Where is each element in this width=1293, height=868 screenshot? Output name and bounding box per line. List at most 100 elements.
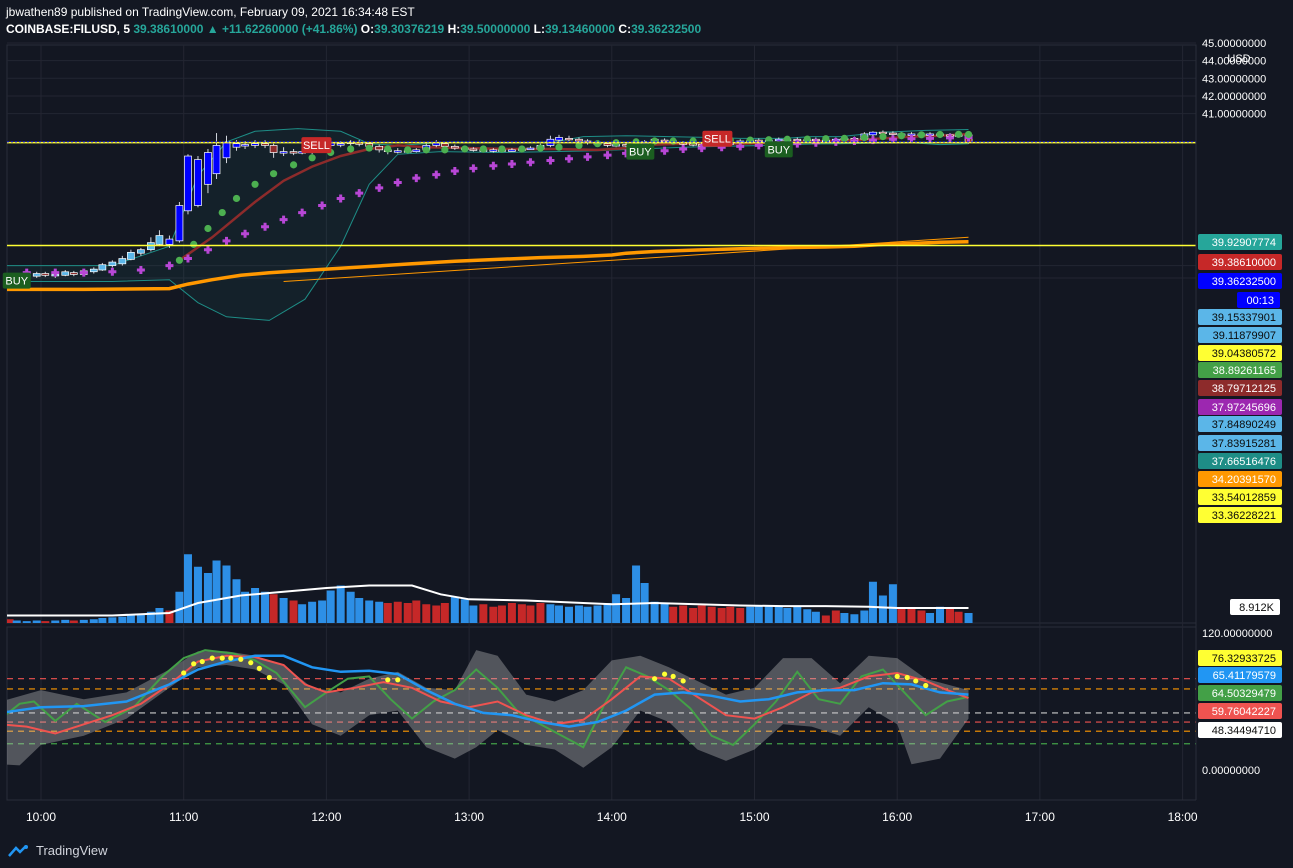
candle-body [555,137,563,141]
osc-yellow-dot [923,682,929,689]
volume-bar [546,604,555,623]
candle-body [279,151,288,154]
price-label-text: 33.54012859 [1212,492,1276,504]
osc-yellow-dot [209,655,215,661]
volume-bar [707,606,716,623]
volume-bar [878,595,887,623]
volume-bar [489,606,498,623]
osc-yellow-dot [219,655,225,661]
volume-bar [440,603,449,623]
candle-body [241,144,249,147]
volume-bar [497,605,506,623]
volume-bar [669,606,678,623]
price-label-text: 39.04380572 [1212,348,1276,360]
ema-green-dot [251,180,259,188]
candle-body [289,151,298,154]
volume-bar [98,618,107,623]
osc-yellow-dot [385,677,391,683]
volume-bar [61,619,70,623]
price-label: 39.38610000 [1198,254,1282,270]
price-label-text: 37.66516476 [1212,456,1276,468]
volume-bar [212,560,221,623]
volume-bar [774,606,783,623]
tradingview-logo-icon [8,844,28,857]
price-label: 39.92907774 [1198,234,1282,250]
volume-bar [622,598,631,623]
price-label-text: 39.92907774 [1212,237,1276,249]
price-label-text: 37.83915281 [1212,438,1276,450]
price-label: 37.97245696 [1198,399,1282,415]
volume-bar [375,601,384,623]
osc-yellow-dot [256,665,262,671]
volume-bar [383,603,392,623]
volume-bar [326,590,335,623]
axis-tick-label: 44.00000000 [1202,56,1266,68]
volume-bar [945,608,954,623]
price-label-text: 00:13 [1246,295,1274,307]
signal-buy: BUY [2,272,31,289]
volume-bar [650,601,659,623]
volume-bar [897,608,906,623]
price-label-text: 33.36228221 [1212,510,1276,522]
osc-label-text: 76.32933725 [1212,653,1276,665]
candle-body [175,205,184,242]
ema-green-dot [536,144,545,152]
osc-label: 48.34494710 [1198,722,1282,738]
volume-bar [298,604,307,623]
ema-green-dot [441,146,449,154]
candle-body [212,145,221,175]
candle-body [137,249,145,254]
candle-body [98,264,107,271]
candle-body [603,143,612,146]
volume-bar [89,619,98,623]
signal-label: SELL [303,140,330,152]
ema-green-dot [897,132,906,140]
volume-bar [412,600,421,623]
volume-bar [51,620,60,623]
volume-bar [821,615,830,623]
candle-body [774,138,783,142]
ema-green-dot [218,208,226,217]
volume-bar [0,618,5,623]
volume-bar [175,591,184,623]
price-label-text: 38.79712125 [1212,383,1276,395]
candle-body [165,238,174,245]
candle-body [127,251,135,260]
signal-label: BUY [767,144,790,156]
signal-buy: BUY [764,141,793,158]
volume-bar [583,606,592,623]
volume-bar [479,604,488,623]
price-label: 8.912K [1230,599,1280,615]
candle-body [565,138,573,141]
volume-bar [241,591,250,623]
volume-bar [660,603,669,623]
volume-bar [155,608,164,623]
volume-bar [868,581,877,623]
volume-bar [279,598,288,623]
ema-green-dot [964,130,973,139]
volume-bar [526,605,535,623]
footer-brand[interactable]: TradingView [8,843,108,858]
volume-bar [422,604,431,623]
volume-bar [450,596,459,623]
candle-body [412,149,421,152]
volume-bar [612,594,621,623]
volume-bar [222,565,231,623]
volume-bar [118,616,127,623]
ema-green-dot [232,194,241,203]
time-tick-label: 14:00 [597,810,627,824]
candle-body [232,143,241,148]
osc-yellow-dot [248,660,254,666]
volume-bar [336,585,345,623]
candle-body [108,261,117,266]
axis-tick-label: 45.00000000 [1202,38,1266,50]
time-tick-label: 11:00 [169,810,198,824]
candle-body [118,258,127,265]
ema-green-dot [384,145,392,153]
volume-bar [469,605,478,623]
volume-bar [593,605,602,623]
volume-bar [764,605,773,623]
osc-label: 59.76042227 [1198,703,1282,719]
trading-chart[interactable]: SELLSELLBUY BUYBUYUSD45.0000000044.000000… [0,0,1293,868]
ema-green-dot [879,133,887,141]
